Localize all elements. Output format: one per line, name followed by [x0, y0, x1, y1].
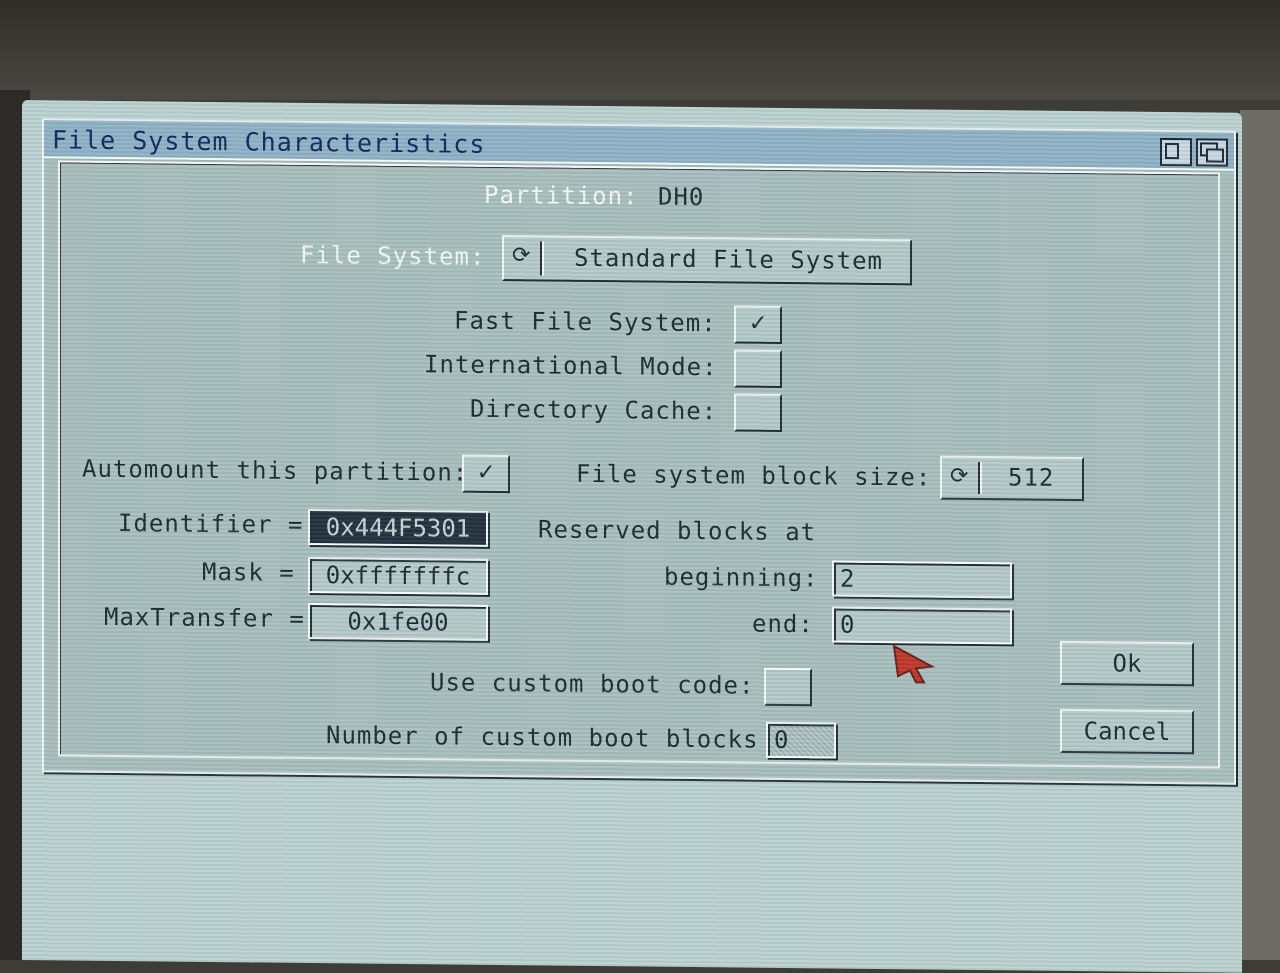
cycle-arrow-icon: ⟳ [950, 463, 969, 489]
identifier-value: 0x444F5301 [325, 513, 471, 543]
end-value: 0 [840, 610, 855, 639]
cycle-divider [978, 462, 982, 495]
checkmark-icon: ✓ [478, 456, 494, 487]
mouse-pointer-icon [892, 644, 936, 684]
depth-gadget-icon[interactable] [1196, 138, 1228, 167]
fast-file-system-label: Fast File System: [454, 306, 717, 338]
partition-label: Partition: [484, 180, 639, 211]
directory-cache-checkbox[interactable] [734, 393, 782, 432]
cycle-arrow-icon: ⟳ [512, 243, 531, 269]
window-content: Partition: DH0 File System: ⟳ Standard F… [58, 160, 1220, 769]
fast-file-system-checkbox[interactable]: ✓ [734, 305, 782, 344]
identifier-field[interactable]: 0x444F5301 [308, 508, 488, 547]
custom-boot-blocks-label: Number of custom boot blocks [326, 721, 759, 754]
cycle-divider [540, 241, 544, 276]
window-title: File System Characteristics [52, 125, 486, 159]
custom-boot-code-label: Use custom boot code: [430, 668, 755, 700]
monitor-bezel-right [1240, 110, 1280, 960]
end-label: end: [752, 609, 814, 639]
zoom-gadget-icon[interactable] [1160, 137, 1192, 167]
custom-boot-code-checkbox[interactable] [764, 667, 812, 707]
max-transfer-value: 0x1fe00 [347, 607, 449, 637]
custom-boot-blocks-value: 0 [774, 725, 789, 755]
cancel-label: Cancel [1083, 717, 1171, 747]
mask-label: Mask = [202, 557, 295, 587]
partition-value: DH0 [658, 182, 705, 212]
block-size-label: File system block size: [576, 459, 932, 492]
international-mode-label: International Mode: [424, 350, 718, 382]
directory-cache-label: Directory Cache: [470, 394, 718, 426]
automount-checkbox[interactable]: ✓ [462, 454, 510, 494]
international-mode-checkbox[interactable] [734, 349, 782, 388]
automount-label: Automount this partition: [82, 454, 469, 487]
file-system-label: File System: [300, 240, 486, 271]
crt-screen: File System Characteristics Partition: D… [22, 100, 1242, 973]
max-transfer-field[interactable]: 0x1fe00 [308, 602, 488, 641]
beginning-field[interactable]: 2 [832, 560, 1012, 599]
block-size-value: 512 [1008, 463, 1055, 492]
mask-field[interactable]: 0xfffffffc [308, 556, 488, 595]
file-system-cycle-button[interactable]: ⟳ Standard File System [502, 235, 912, 286]
beginning-value: 2 [840, 564, 855, 593]
mask-value: 0xfffffffc [325, 561, 471, 591]
file-system-window: File System Characteristics Partition: D… [42, 118, 1236, 785]
max-transfer-label: MaxTransfer = [104, 602, 305, 633]
end-field[interactable]: 0 [832, 606, 1012, 645]
block-size-cycle-button[interactable]: ⟳ 512 [940, 455, 1084, 502]
ok-button[interactable]: Ok [1060, 640, 1194, 687]
reserved-heading: Reserved blocks at [538, 515, 817, 547]
cancel-button[interactable]: Cancel [1060, 708, 1194, 755]
ok-label: Ok [1112, 649, 1142, 678]
beginning-label: beginning: [664, 562, 819, 593]
checkmark-icon: ✓ [750, 307, 766, 338]
identifier-label: Identifier = [118, 509, 304, 539]
file-system-value: Standard File System [574, 243, 883, 276]
custom-boot-blocks-field[interactable]: 0 [766, 721, 836, 759]
monitor-bezel-top [0, 0, 1280, 100]
